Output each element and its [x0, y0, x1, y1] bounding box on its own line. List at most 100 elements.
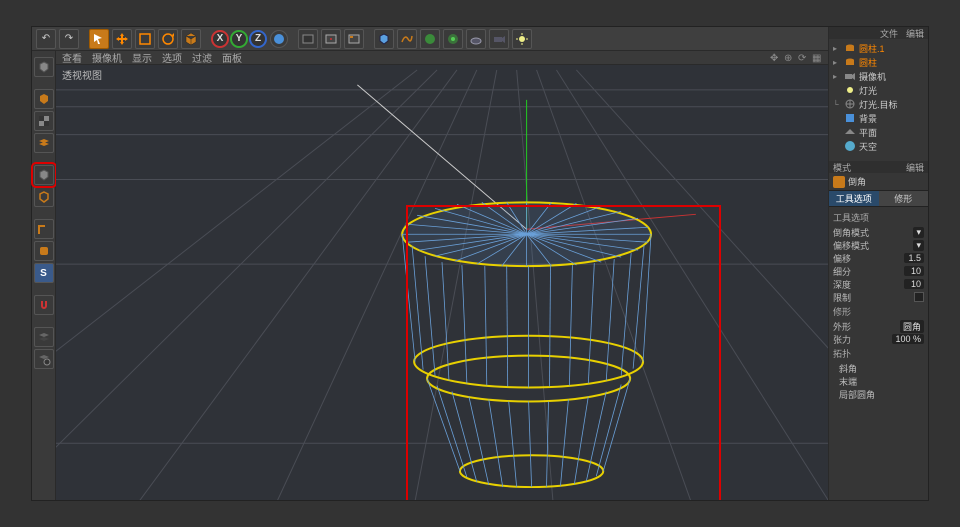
- attr-dropdown[interactable]: ▾: [913, 240, 924, 251]
- primitive-button[interactable]: [181, 29, 201, 49]
- light-add-button[interactable]: [512, 29, 532, 49]
- render-button[interactable]: [298, 29, 318, 49]
- texture-icon: [37, 114, 51, 128]
- axis-x-button[interactable]: X: [211, 30, 229, 48]
- workplane-button[interactable]: [34, 327, 54, 347]
- uv-polygon-button[interactable]: [34, 241, 54, 261]
- rotate-tool-button[interactable]: [158, 29, 178, 49]
- viewport-menu: 查看 摄像机 显示 选项 过滤 面板 ✥ ⊕ ⟳ ▦: [56, 51, 828, 65]
- render-region-button[interactable]: [321, 29, 341, 49]
- world-axis-button[interactable]: [270, 30, 288, 48]
- environment-button[interactable]: [466, 29, 486, 49]
- object-name: 灯光: [859, 84, 877, 97]
- globe-icon: [272, 32, 286, 46]
- attr-group-title: 修形: [833, 305, 924, 318]
- make-editable-button[interactable]: [34, 57, 54, 77]
- attr-row: 深度 10: [833, 278, 924, 290]
- attr-value[interactable]: 10: [904, 266, 924, 276]
- lock-workplane-button[interactable]: [34, 349, 54, 369]
- attr-label: 倒角模式: [833, 226, 869, 239]
- workplane-mode-button[interactable]: [34, 133, 54, 153]
- edge-mode-button[interactable]: [34, 187, 54, 207]
- right-panel: 文件 编辑 ▸圆柱.1 ▸圆柱 ▸摄像机 灯光 └灯光.目标 背景 平面 天空 …: [828, 27, 928, 500]
- attr-tab-edit[interactable]: 编辑: [906, 161, 924, 174]
- attr-row: 末端: [833, 375, 924, 387]
- points-icon: [37, 168, 51, 182]
- snap-s-icon: S: [40, 268, 47, 279]
- scale-icon: [138, 32, 152, 46]
- cylinder-wireframe: [402, 202, 651, 487]
- uvpoly-icon: [37, 244, 51, 258]
- attr-value[interactable]: 1.5: [904, 253, 924, 263]
- camera-add-button[interactable]: [489, 29, 509, 49]
- vp-nav-move-icon[interactable]: ✥: [770, 53, 780, 63]
- vp-nav-zoom-icon[interactable]: ⊕: [784, 53, 794, 63]
- magnet-button[interactable]: [34, 295, 54, 315]
- redo-button[interactable]: ↷: [59, 29, 79, 49]
- attr-tab-mode[interactable]: 模式: [833, 161, 851, 174]
- select-tool-button[interactable]: [89, 29, 109, 49]
- vp-menu-panel[interactable]: 面板: [222, 50, 242, 65]
- render-settings-button[interactable]: [344, 29, 364, 49]
- attr-row: 倒角模式 ▾: [833, 226, 924, 238]
- attr-subtab-shaping[interactable]: 修形: [879, 191, 929, 206]
- attr-label: 深度: [833, 278, 851, 291]
- attr-dropdown[interactable]: ▾: [913, 227, 924, 238]
- cube-icon: [184, 32, 198, 46]
- vp-menu-cameras[interactable]: 摄像机: [92, 50, 122, 65]
- vp-menu-filter[interactable]: 过滤: [192, 50, 212, 65]
- object-row[interactable]: 平面: [833, 125, 924, 139]
- object-row[interactable]: 背景: [833, 111, 924, 125]
- attr-label: 局部圆角: [839, 388, 875, 401]
- polygon-icon: [37, 222, 51, 236]
- object-row[interactable]: └灯光.目标: [833, 97, 924, 111]
- obj-tab-edit[interactable]: 编辑: [906, 27, 924, 40]
- attr-row: 限制: [833, 291, 924, 303]
- vp-menu-display[interactable]: 显示: [132, 50, 152, 65]
- environment-icon: [469, 32, 483, 46]
- object-row[interactable]: 灯光: [833, 83, 924, 97]
- scale-tool-button[interactable]: [135, 29, 155, 49]
- render-icon: [301, 32, 315, 46]
- attr-label: 偏移: [833, 252, 851, 265]
- point-mode-button[interactable]: [34, 165, 54, 185]
- snap-button[interactable]: S: [34, 263, 54, 283]
- add-cube-button[interactable]: [374, 29, 394, 49]
- nurbs-button[interactable]: [420, 29, 440, 49]
- move-tool-button[interactable]: [112, 29, 132, 49]
- vp-nav-layout-icon[interactable]: ▦: [812, 53, 822, 63]
- attr-value[interactable]: 10: [904, 279, 924, 289]
- layers-icon: [37, 136, 51, 150]
- object-row[interactable]: 天空: [833, 139, 924, 153]
- axis-y-button[interactable]: Y: [230, 30, 248, 48]
- spline-button[interactable]: [397, 29, 417, 49]
- deformer-button[interactable]: [443, 29, 463, 49]
- vp-nav-rotate-icon[interactable]: ⟳: [798, 53, 808, 63]
- deformer-icon: [446, 32, 460, 46]
- vp-menu-view[interactable]: 查看: [62, 50, 82, 65]
- attr-subtab-options[interactable]: 工具选项: [829, 191, 879, 206]
- attr-label: 张力: [833, 333, 851, 346]
- attr-label: 细分: [833, 265, 851, 278]
- object-row[interactable]: ▸圆柱: [833, 55, 924, 69]
- polygon-mode-button[interactable]: [34, 219, 54, 239]
- model-mode-button[interactable]: [34, 89, 54, 109]
- object-row[interactable]: ▸圆柱.1: [833, 41, 924, 55]
- move-icon: [115, 32, 129, 46]
- axis-lock-group: X Y Z: [211, 30, 267, 48]
- viewport-label: 透视视图: [62, 67, 102, 82]
- viewport[interactable]: 透视视图: [56, 65, 828, 500]
- attr-checkbox[interactable]: [914, 292, 924, 302]
- axis-z-button[interactable]: Z: [249, 30, 267, 48]
- texture-mode-button[interactable]: [34, 111, 54, 131]
- attr-value[interactable]: 100 %: [892, 334, 924, 344]
- main-toolbar: ↶ ↷ X Y Z: [32, 27, 928, 51]
- object-row[interactable]: ▸摄像机: [833, 69, 924, 83]
- attr-dropdown[interactable]: 圆角: [900, 320, 924, 333]
- attr-label: 外形: [833, 320, 851, 333]
- obj-tab-file[interactable]: 文件: [880, 27, 898, 40]
- undo-button[interactable]: ↶: [36, 29, 56, 49]
- object-name: 摄像机: [859, 70, 886, 83]
- vp-menu-options[interactable]: 选项: [162, 50, 182, 65]
- cube-add-icon: [377, 32, 391, 46]
